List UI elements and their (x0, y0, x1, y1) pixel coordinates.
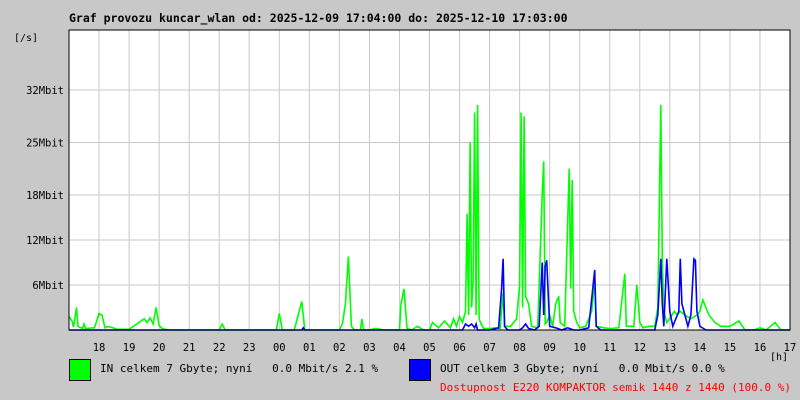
x-tick-label: 08 (513, 342, 526, 354)
x-tick-label: 03 (363, 342, 376, 354)
x-tick-label: 22 (213, 342, 226, 354)
x-tick-label: 11 (603, 342, 616, 354)
chart-title: Graf provozu kuncar_wlan od: 2025-12-09 … (69, 11, 568, 26)
x-tick-label: 09 (543, 342, 556, 354)
x-tick-label: 05 (423, 342, 436, 354)
x-tick-label: 21 (183, 342, 196, 354)
y-tick-label: 25Mbit (26, 138, 64, 150)
y-tick-label: 18Mbit (26, 190, 64, 202)
x-tick-label: 02 (333, 342, 346, 354)
y-axis-unit-label: [/s] (14, 33, 38, 44)
legend-in-text: IN celkem 7 Gbyte; nyní 0.0 Mbit/s 2.1 % (100, 362, 379, 375)
x-tick-label: 01 (303, 342, 316, 354)
x-tick-label: 10 (573, 342, 586, 354)
x-tick-label: 12 (633, 342, 646, 354)
y-tick-label: 12Mbit (26, 235, 64, 247)
x-tick-label: 04 (393, 342, 406, 354)
legend-swatch-in (69, 359, 91, 381)
x-tick-label: 23 (243, 342, 256, 354)
x-tick-label: 15 (724, 342, 737, 354)
legend-swatch-out (409, 359, 431, 381)
x-tick-label: 06 (453, 342, 466, 354)
x-tick-label: 13 (664, 342, 677, 354)
x-tick-label: 00 (273, 342, 286, 354)
legend-out-text: OUT celkem 3 Gbyte; nyní 0.0 Mbit/s 0.0 … (440, 362, 725, 375)
x-axis-unit-label: [h] (770, 352, 788, 363)
x-tick-label: 19 (123, 342, 136, 354)
x-tick-label: 18 (93, 342, 106, 354)
x-tick-label: 14 (694, 342, 707, 354)
traffic-chart: 18 19 20 21 22 23 00 01 02 03 04 05 06 07 08 09 10 11 12 13… (14, 11, 796, 363)
x-tick-label: 20 (153, 342, 166, 354)
x-tick-label: 16 (754, 342, 767, 354)
x-tick-label: 07 (483, 342, 496, 354)
y-tick-label: 32Mbit (26, 85, 64, 97)
y-tick-label: 6Mbit (32, 280, 64, 292)
availability-text: Dostupnost E220 KOMPAKTOR semik 1440 z 1… (440, 381, 791, 394)
